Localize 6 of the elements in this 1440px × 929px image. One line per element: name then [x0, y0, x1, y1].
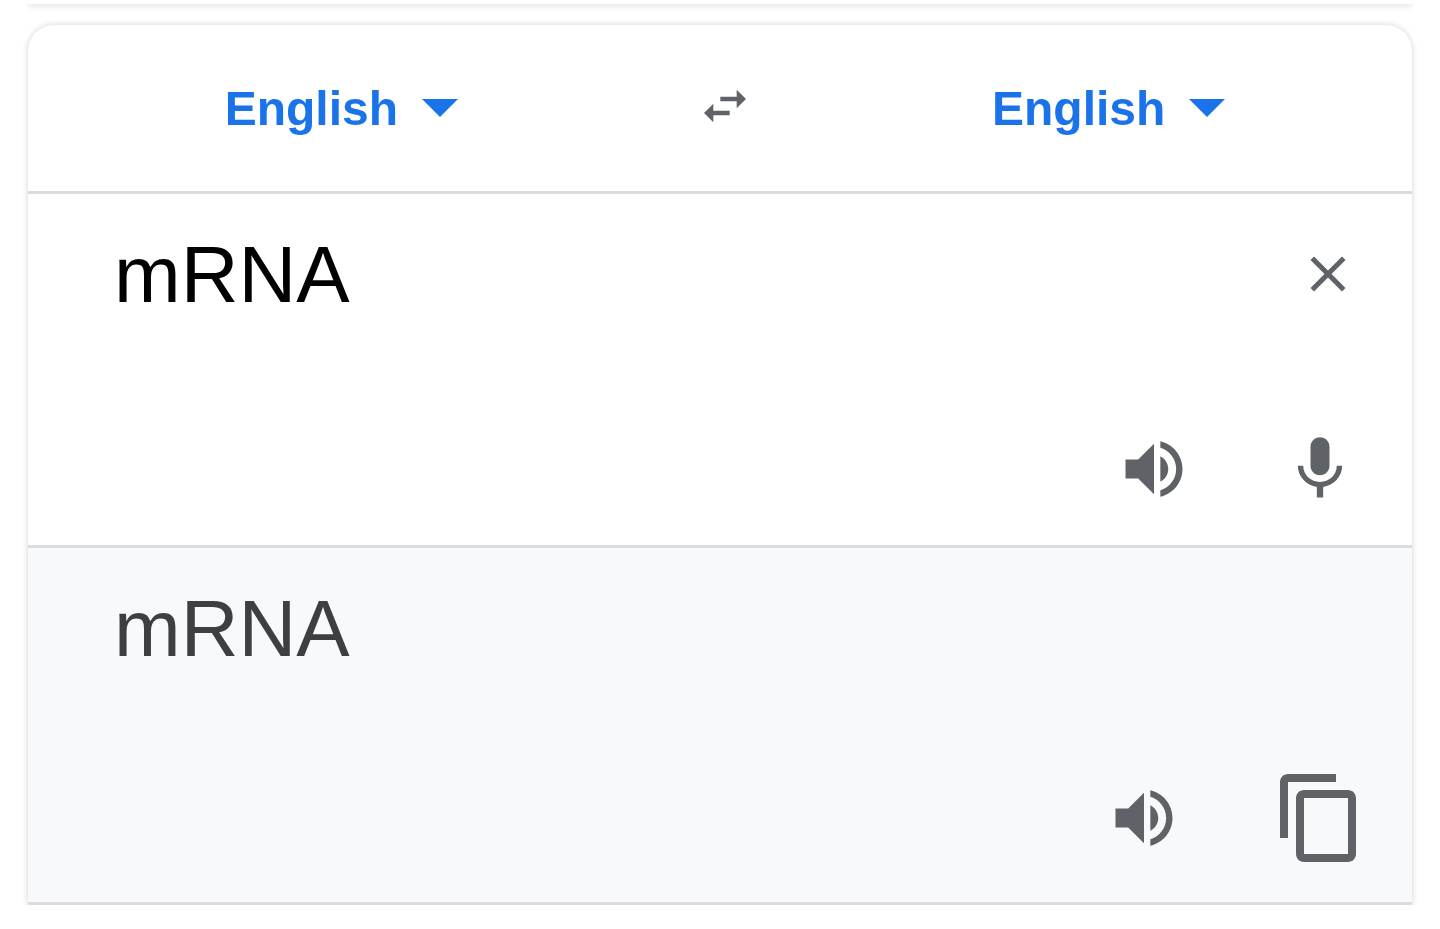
input-field[interactable]: mRNA — [114, 230, 350, 320]
caret-icon — [422, 98, 458, 118]
translation-text: mRNA — [114, 584, 351, 674]
target-language-dropdown[interactable]: English — [992, 80, 1226, 136]
caret-icon — [1189, 98, 1226, 118]
source-language-dropdown[interactable]: English — [224, 80, 458, 136]
